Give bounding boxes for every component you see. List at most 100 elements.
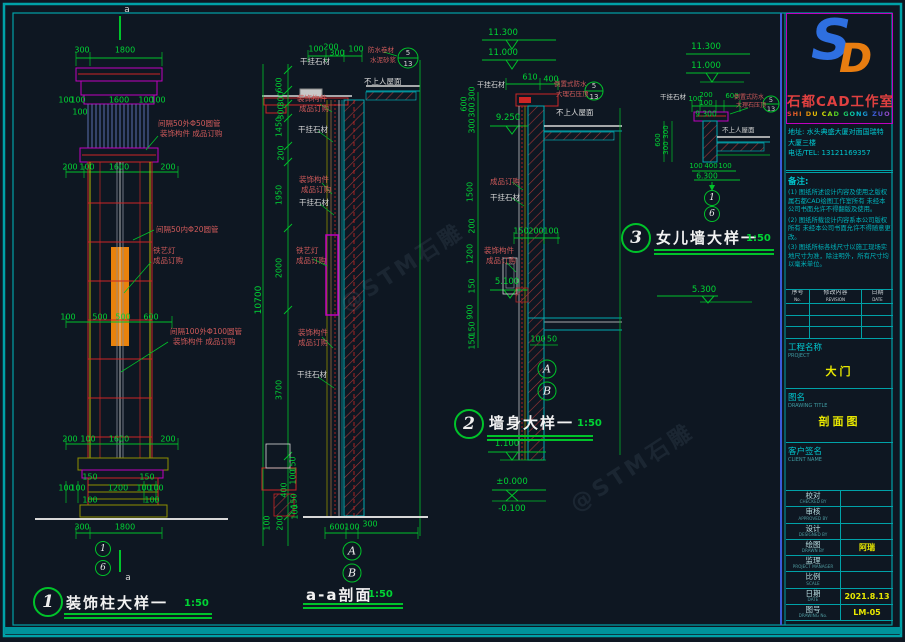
note-2: (2) 图纸所载设计内容系本公司版权所有 未经本公司书面允许不得随意更改。 (786, 216, 893, 244)
revision-table: 序号No. 修改内容REVISION 日期DATE (786, 290, 893, 339)
cad-sheet: a 300 1800 100 100 1600 100 100 100 间隔50… (0, 0, 905, 642)
dim-v: 300 (662, 141, 670, 154)
dim-v: 600 (275, 77, 284, 92)
dim-v: 1200 (466, 244, 475, 264)
rev-cell (810, 316, 861, 328)
level: 11.300 (488, 28, 518, 38)
row-value (841, 491, 893, 506)
section-bubble-b: B (343, 564, 362, 583)
dim: 1600 (109, 435, 129, 444)
level: 1.100 (495, 439, 519, 449)
dim: 500 (115, 313, 130, 322)
revision-col-no: 序号No. (786, 290, 810, 338)
level: 5.300 (692, 285, 716, 295)
row-label-en: SCALE (786, 582, 840, 586)
row-designed: 设计DESIGNED BY (786, 524, 893, 540)
level: ±0.000 (496, 477, 527, 487)
row-value: 阿瑞 (841, 540, 893, 555)
dim: 100 (60, 313, 75, 322)
dim: 150 (82, 473, 97, 482)
detail-scale-2: 1:50 (577, 418, 602, 429)
section-bubble-a: A (538, 360, 557, 379)
revision-col-content: 修改内容REVISION (810, 290, 862, 338)
annotation: 成品订购 (486, 255, 516, 266)
client-box: 客户签名 CLIENT NAME (786, 443, 893, 491)
title-underline (64, 613, 212, 615)
title-underline (487, 435, 593, 437)
client-label-en: CLIENT NAME (786, 457, 893, 463)
material-label: 干挂石材 (300, 56, 330, 67)
rev-cell (862, 316, 893, 328)
dim: 150 (513, 227, 528, 236)
client-label: 客户签名 (786, 443, 893, 457)
section-bubble-b: B (538, 382, 557, 401)
rev-header-date-en: DATE (872, 297, 882, 302)
callout-label: 水泥砂浆 (370, 54, 396, 64)
dim: 200 (699, 91, 712, 99)
row-number: 图号DRAWING No. LM-05 (786, 605, 893, 621)
axis-a-top: a (124, 5, 130, 15)
material-label: 干挂石材 (660, 91, 686, 101)
detail-scale-aa: 1:50 (368, 589, 393, 600)
title-underline (64, 617, 212, 619)
dim: 1600 (109, 96, 129, 105)
dim: 1800 (115, 523, 135, 532)
axis-bubble-1: 1 (95, 541, 111, 557)
row-manager: 监理PROJECT MANAGER (786, 556, 893, 572)
callout-label: 防水卷材 (368, 44, 394, 54)
rev-header-content-en: REVISION (826, 297, 845, 302)
dim: 1800 (115, 46, 135, 55)
title-underline (654, 253, 774, 255)
annotation: 成品订购 (296, 255, 326, 266)
dim-v: 1950 (275, 185, 284, 205)
logo-box: S D 石都CAD工作室 SHI DU CAD GONG ZUO SHI (786, 13, 893, 124)
dim: 200 (62, 163, 77, 172)
callout-label: 倒置式防水 (554, 78, 587, 88)
note-1: (1) 图纸所述设计内容及使用之版权属石都CAD绘图工作室所有 未经本公司书面允… (786, 188, 893, 216)
annotation: 成品订购 (301, 184, 331, 195)
material-label: 干挂石材 (477, 80, 505, 90)
logo-d: D (839, 36, 872, 82)
rev-cell (810, 304, 861, 316)
detail-number-2: 2 (454, 409, 484, 439)
annotation: 成品订购 (298, 337, 328, 348)
row-value (841, 556, 893, 571)
dim: 200 (160, 435, 175, 444)
rev-cell (810, 327, 861, 338)
level: 5.100 (495, 277, 519, 287)
detail-scale-3: 1:50 (746, 233, 771, 244)
dim: 500 (92, 313, 107, 322)
dim-v: 200 (277, 145, 286, 160)
axis-a-bottom: a (125, 573, 131, 583)
roof-label: 不上人屋面 (722, 124, 755, 134)
dim: 100 (150, 96, 165, 105)
notes-title: 备注: (786, 173, 893, 188)
dim-v: 300 (468, 118, 477, 133)
row-label-en: DRAWING No. (786, 614, 840, 618)
detail-callout-top: 5 (406, 49, 410, 57)
detail-callout-bottom: 13 (404, 60, 413, 68)
dim: 100 (348, 45, 363, 54)
drawing-title-label: 图名 (786, 389, 893, 403)
row-value (841, 507, 893, 522)
project-label: 工程名称 (786, 339, 893, 353)
detail-number-1: 1 (33, 587, 63, 617)
dim: 300 (74, 523, 89, 532)
notes-box: 备注: (1) 图纸所述设计内容及使用之版权属石都CAD绘图工作室所有 未经本公… (786, 173, 893, 290)
dim: 100 (70, 96, 85, 105)
callout-label: 大理石压顶 (556, 88, 589, 98)
row-label-en: DATE (786, 598, 840, 602)
dim-v: 100 (289, 469, 298, 484)
dim-v: 200 (468, 218, 477, 233)
detail-callout-top: 5 (592, 82, 596, 90)
dim-v: 600 (654, 133, 662, 146)
rev-header-content: 修改内容 (823, 290, 847, 296)
dim: 100 (144, 496, 159, 505)
row-value: LM-05 (841, 605, 893, 620)
axis-bubble-6: 6 (95, 560, 111, 576)
dim-v: 400 (280, 482, 289, 497)
detail-scale-1: 1:50 (184, 598, 209, 609)
dim: 100 (543, 227, 558, 236)
dim: 100 (70, 484, 85, 493)
row-label-en: APPROVED BY (786, 517, 840, 521)
